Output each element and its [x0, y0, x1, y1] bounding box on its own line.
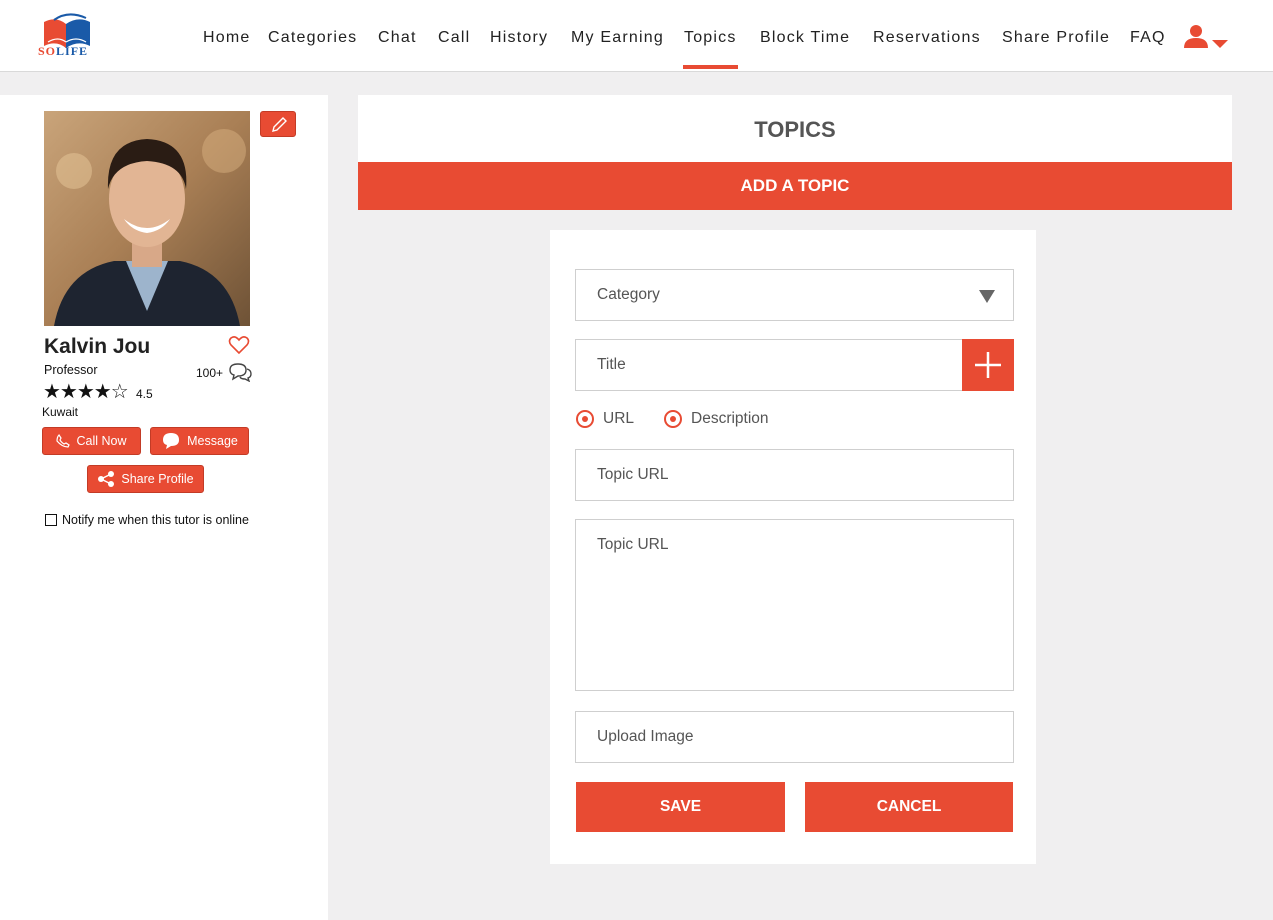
message-button[interactable]: Message: [150, 427, 249, 455]
tutor-name: Kalvin Jou: [44, 335, 151, 358]
logo-text: SOLIFE: [38, 44, 89, 58]
url-radio[interactable]: [576, 410, 594, 428]
category-select[interactable]: Category: [575, 269, 1014, 321]
add-topic-bar: ADD A TOPIC: [358, 162, 1232, 210]
cancel-button[interactable]: CANCEL: [805, 782, 1013, 832]
notify-online-option[interactable]: Notify me when this tutor is online: [45, 513, 249, 527]
nav-item-history[interactable]: History: [490, 29, 548, 47]
share-profile-label: Share Profile: [121, 472, 194, 486]
chat-bubble-icon: [228, 362, 252, 383]
nav-item-categories[interactable]: Categories: [268, 29, 357, 47]
description-radio-label: Description: [691, 410, 769, 427]
topic-url-placeholder: Topic URL: [597, 466, 669, 483]
upload-image-field[interactable]: Upload Image: [575, 711, 1014, 763]
page-title: TOPICS: [754, 117, 836, 142]
dropdown-arrow-icon: [979, 290, 995, 303]
notify-label: Notify me when this tutor is online: [62, 513, 249, 527]
call-now-button[interactable]: Call Now: [42, 427, 141, 455]
upload-image-placeholder: Upload Image: [597, 728, 694, 745]
topic-type-radio-group: URL Description: [576, 410, 769, 428]
share-icon: [98, 471, 115, 487]
tutor-photo: [44, 111, 250, 326]
share-profile-button[interactable]: Share Profile: [87, 465, 204, 493]
title-placeholder: Title: [597, 356, 626, 373]
phone-icon: [56, 434, 71, 448]
description-radio[interactable]: [664, 410, 683, 428]
call-now-label: Call Now: [76, 434, 127, 448]
topic-description-placeholder: Topic URL: [597, 536, 669, 553]
url-radio-label: URL: [603, 410, 635, 427]
top-navbar: SOLIFE Home Categories Chat Call History My E…: [0, 0, 1273, 72]
review-count: 100+: [196, 366, 224, 380]
nav-item-reservations[interactable]: Reservations: [873, 29, 981, 47]
nav-item-faq[interactable]: FAQ: [1130, 29, 1166, 47]
tutor-profile-card: Kalvin Jou Professor 100+ ★★★★☆ 4.5 Kuwa…: [0, 95, 328, 920]
save-button[interactable]: SAVE: [576, 782, 785, 832]
nav-item-chat[interactable]: Chat: [378, 29, 417, 47]
rating-value: 4.5: [136, 387, 153, 401]
nav-item-my-earning[interactable]: My Earning: [571, 29, 664, 47]
rating-stars: ★★★★☆: [43, 381, 129, 403]
tutor-role: Professor: [44, 363, 98, 377]
tutor-location: Kuwait: [42, 405, 79, 419]
topic-url-input[interactable]: Topic URL: [575, 449, 1014, 501]
nav-item-home[interactable]: Home: [203, 29, 250, 47]
speech-bubble-icon: [163, 433, 180, 449]
nav-item-share-profile[interactable]: Share Profile: [1002, 29, 1110, 47]
plus-icon: [975, 352, 1001, 378]
notify-checkbox[interactable]: [45, 514, 57, 526]
topic-description-textarea[interactable]: Topic URL: [575, 519, 1014, 691]
user-menu-icon[interactable]: [1184, 24, 1230, 50]
topics-header: TOPICS: [358, 95, 1232, 162]
category-placeholder: Category: [597, 286, 660, 303]
add-topic-form: Category Title URL Description Topic URL…: [550, 230, 1036, 864]
title-input[interactable]: Title: [575, 339, 963, 391]
nav-item-block-time[interactable]: Block Time: [760, 29, 850, 47]
add-title-button[interactable]: [962, 339, 1014, 391]
message-label: Message: [187, 434, 238, 448]
pencil-icon: [272, 117, 287, 132]
edit-profile-button[interactable]: [260, 111, 296, 137]
heart-icon[interactable]: [228, 335, 250, 355]
nav-item-call[interactable]: Call: [438, 29, 470, 47]
nav-item-topics[interactable]: Topics: [683, 29, 738, 69]
